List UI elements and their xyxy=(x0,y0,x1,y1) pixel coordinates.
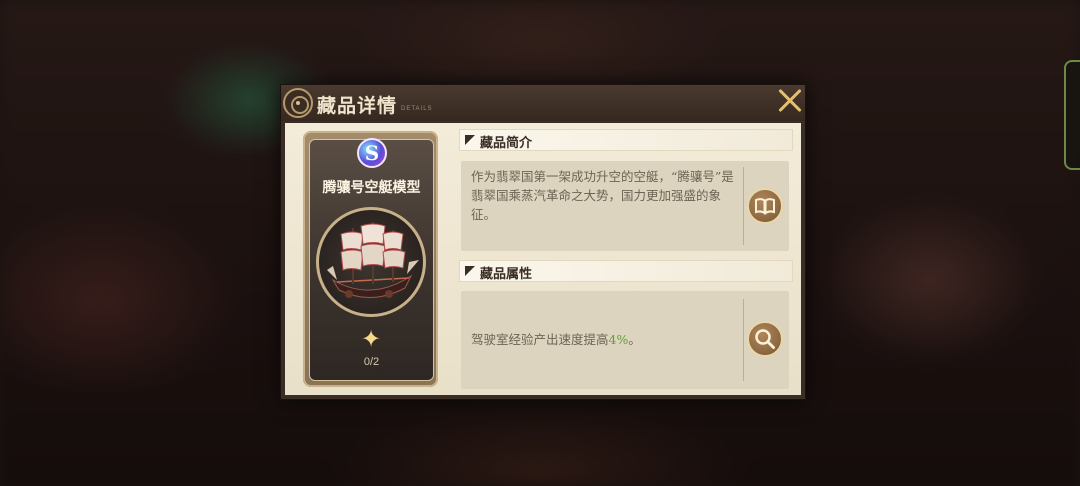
inspect-button[interactable] xyxy=(747,321,783,357)
item-name: 腾骧号空艇模型 xyxy=(322,180,421,196)
section-box-attributes: 驾驶室经验产出速度提高4%。 xyxy=(461,291,789,389)
section-header-attributes: 藏品属性 xyxy=(459,260,793,282)
intro-text: 作为翡翠国第一架成功升空的空艇，“腾骧号”是翡翠国乘蒸汽革命之大势，国力更加强盛… xyxy=(471,169,734,222)
attribute-text: 驾驶室经验产出速度提高4%。 xyxy=(471,330,735,349)
star-progress: 0/2 xyxy=(363,356,380,368)
emblem-icon xyxy=(283,88,313,118)
attribute-value: 4% xyxy=(608,332,629,347)
close-button[interactable] xyxy=(776,87,804,115)
dialog-header: 藏品详情 DETAILS xyxy=(281,85,805,121)
attribute-text-prefix: 驾驶室经验产出速度提高 xyxy=(471,332,609,347)
dialog-body: S 腾骧号空艇模型 ✦ 0/2 藏品简介 作为翡翠国第一架成功升空的空艇，“腾骧… xyxy=(285,123,801,395)
dialog-title: 藏品详情 xyxy=(317,95,398,117)
book-icon[interactable] xyxy=(749,190,781,222)
item-card: S 腾骧号空艇模型 ✦ 0/2 xyxy=(303,131,438,387)
section-heading-attributes: 藏品属性 xyxy=(480,267,533,282)
rank-badge: S xyxy=(357,138,387,168)
divider xyxy=(743,299,744,381)
item-card-inner: S 腾骧号空艇模型 ✦ 0/2 xyxy=(309,138,434,381)
collection-details-dialog: 藏品详情 DETAILS S 腾骧号空艇模型 ✦ 0/2 藏品简介 作为翡翠国第… xyxy=(280,84,806,400)
section-header-intro: 藏品简介 xyxy=(459,129,793,151)
airship-model-image xyxy=(316,207,426,317)
divider xyxy=(743,167,744,245)
section-heading-intro: 藏品简介 xyxy=(480,136,533,151)
side-drawer-tab[interactable] xyxy=(1064,60,1080,170)
section-box-intro: 作为翡翠国第一架成功升空的空艇，“腾骧号”是翡翠国乘蒸汽革命之大势，国力更加强盛… xyxy=(461,161,789,251)
star-icon: ✦ xyxy=(360,325,382,353)
triangle-marker-icon xyxy=(465,266,475,276)
dialog-subtitle: DETAILS xyxy=(401,106,433,112)
attribute-text-suffix: 。 xyxy=(628,332,641,347)
magnifier-icon[interactable] xyxy=(749,323,781,355)
story-button[interactable] xyxy=(747,188,783,224)
triangle-marker-icon xyxy=(465,135,475,145)
